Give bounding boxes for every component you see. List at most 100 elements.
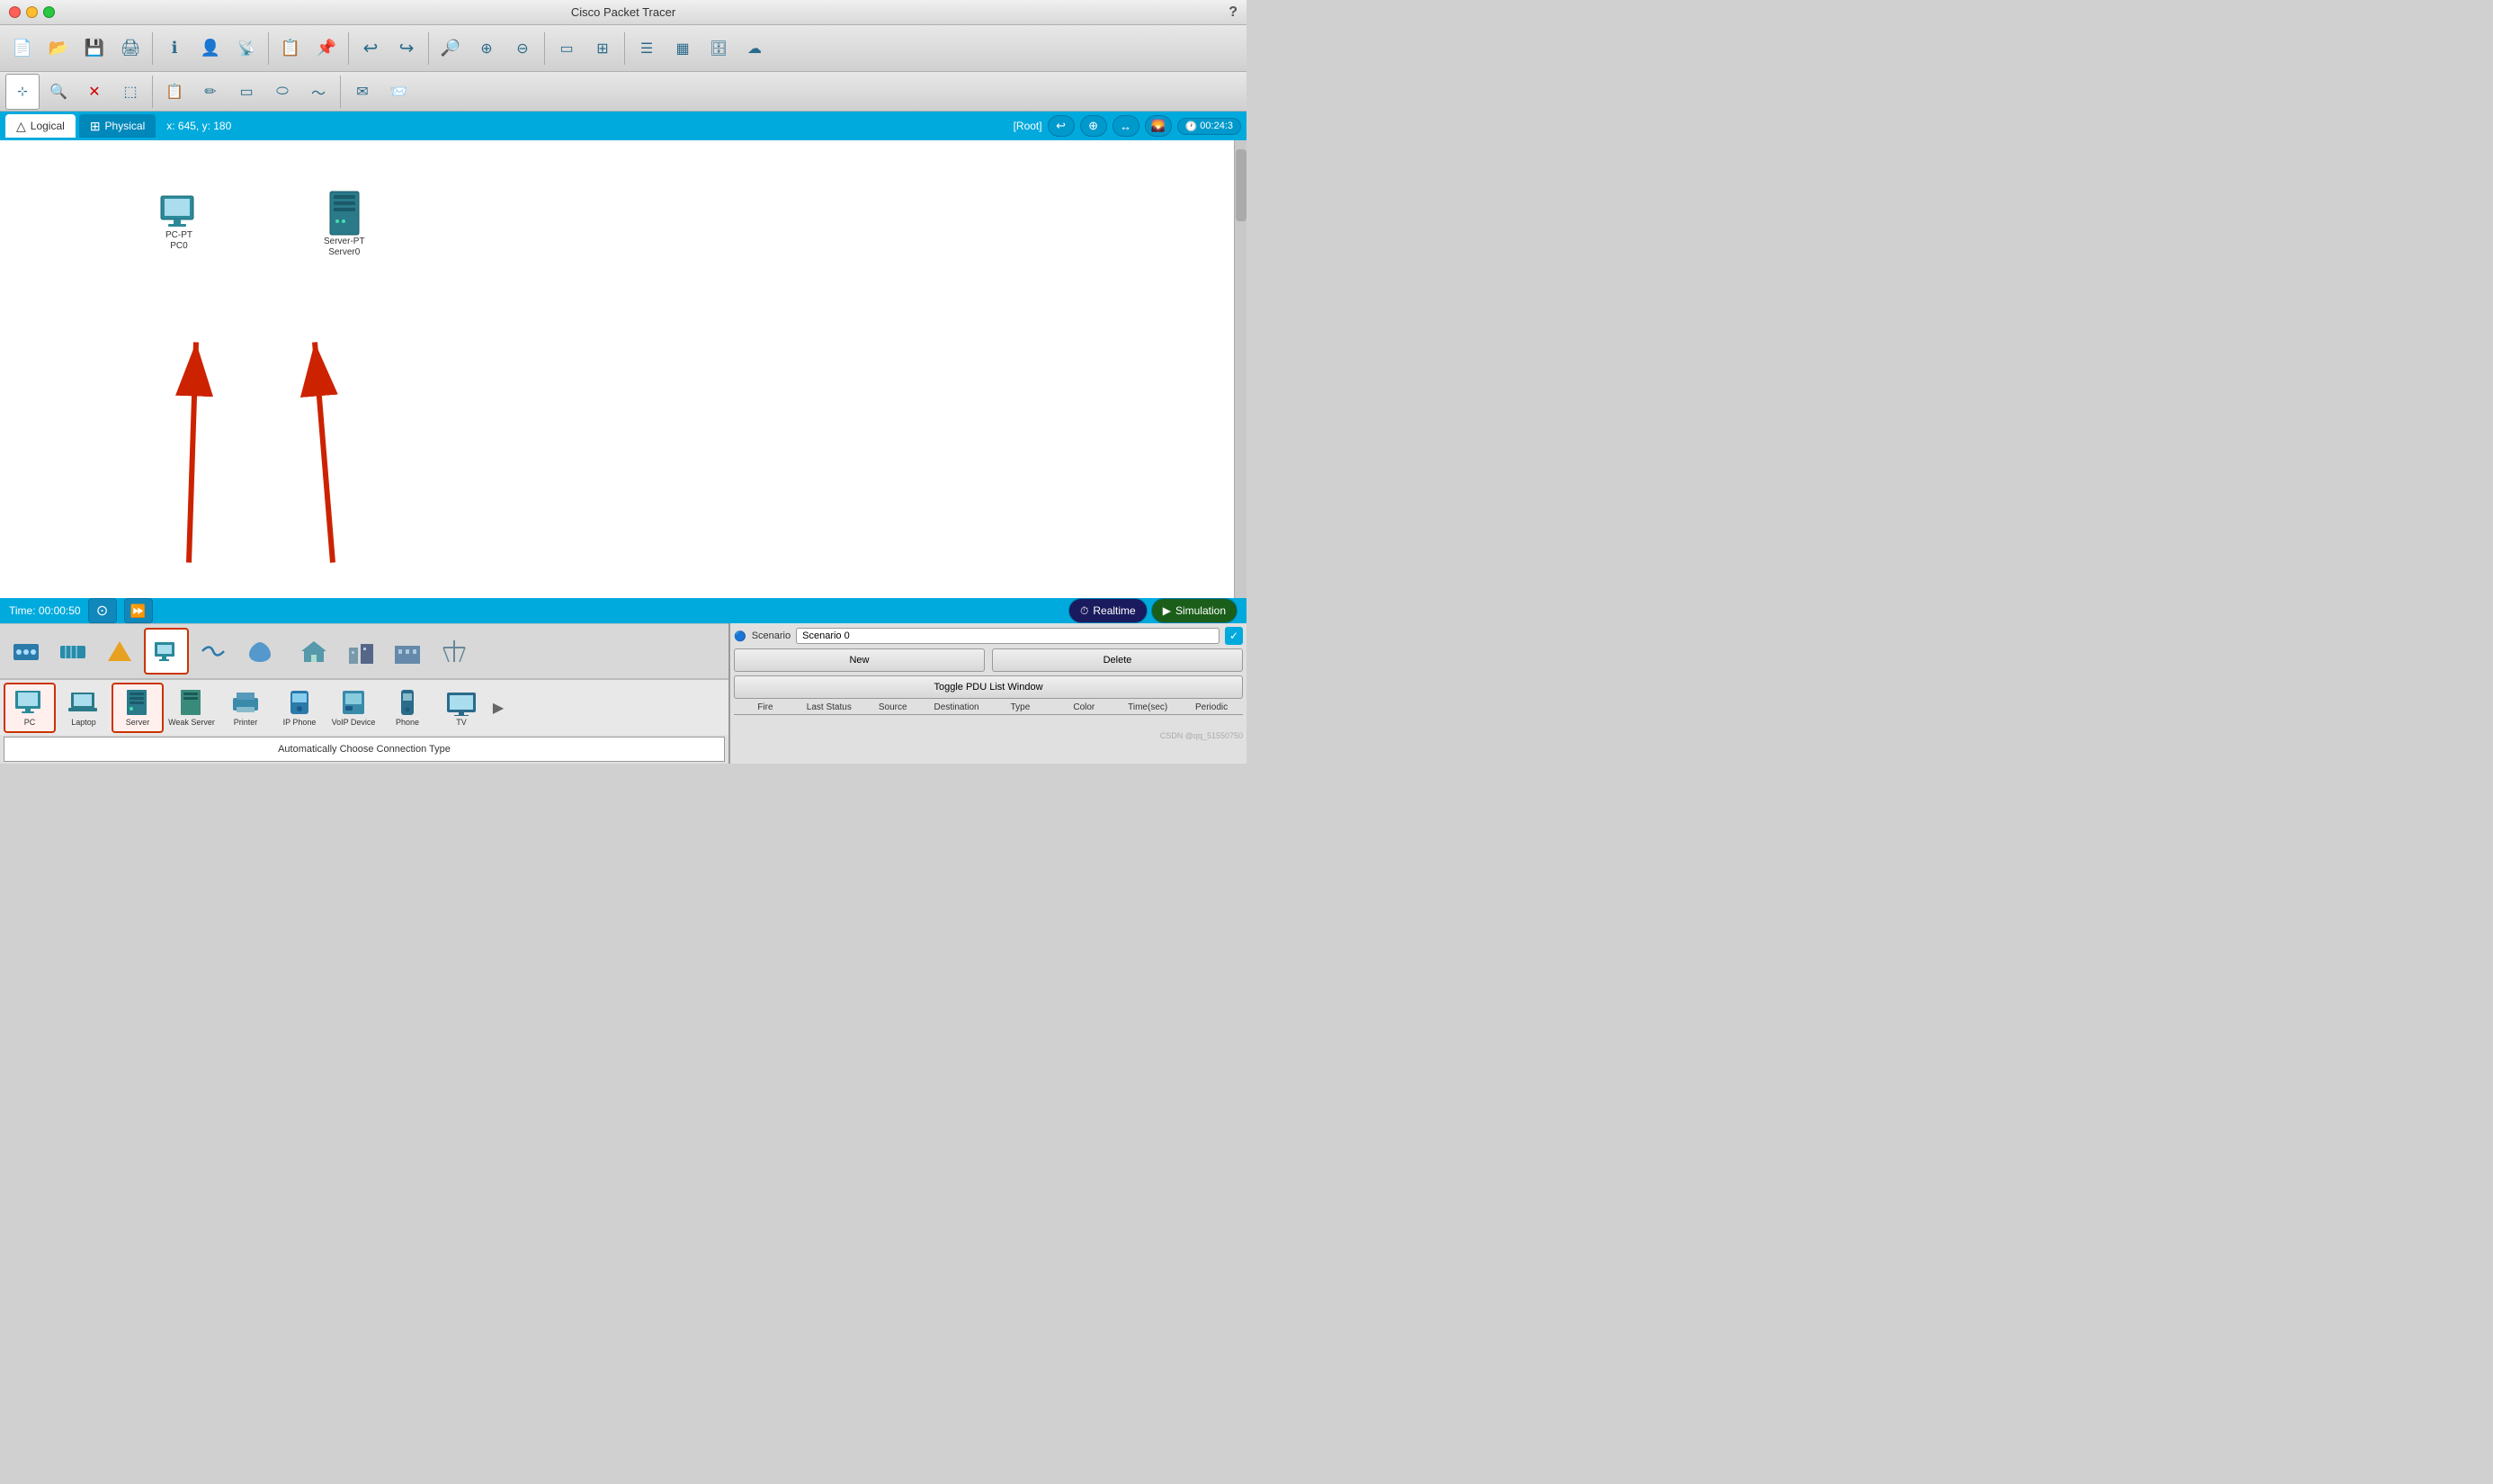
server-palette-label: Server	[126, 718, 150, 727]
simulation-mode-button[interactable]: ▶ Simulation	[1151, 598, 1238, 623]
scrollbar-thumb[interactable]	[1236, 149, 1246, 221]
device-laptop[interactable]: Laptop	[58, 683, 110, 733]
add-pdu-button[interactable]: ⊕	[1080, 115, 1107, 137]
home-icon	[299, 639, 328, 664]
search-tool[interactable]: 🔍	[41, 74, 76, 110]
pdu-complex-tool[interactable]: 📨	[381, 74, 416, 110]
category-city[interactable]	[338, 628, 383, 675]
col-periodic: Periodic	[1180, 702, 1243, 712]
realtime-clock-button[interactable]: ⊙	[88, 598, 117, 623]
window-controls[interactable]	[9, 6, 55, 18]
device-printer[interactable]: Printer	[219, 683, 272, 733]
rect-select-icon[interactable]: ▭	[550, 31, 584, 67]
freeform-tool[interactable]: 〜	[301, 74, 335, 110]
col-destination: Destination	[925, 702, 988, 712]
category-misc[interactable]	[237, 628, 282, 675]
bottom-section: Time: 00:00:50 ⊙ ⏩ ⏱ Realtime ▶ Simulati…	[0, 598, 1246, 742]
undo-icon[interactable]: ↩	[353, 31, 388, 67]
info-icon[interactable]: ℹ	[157, 31, 192, 67]
copy-icon[interactable]: 📋	[273, 31, 308, 67]
device-weakserver[interactable]: Weak Server	[165, 683, 218, 733]
physical-tab-label: Physical	[105, 120, 146, 132]
zoom-in-icon[interactable]: ⊕	[469, 31, 504, 67]
device-voip[interactable]: VoIP Device	[327, 683, 380, 733]
category-home[interactable]	[291, 628, 336, 675]
geography-button[interactable]: 🌄	[1145, 115, 1172, 137]
pdu-simple-tool[interactable]: ✉	[345, 74, 380, 110]
device-tv[interactable]: TV	[435, 683, 487, 733]
canvas-area[interactable]: PC-PT PC0 Server-PT Server0	[0, 140, 1234, 598]
delete-button[interactable]: Delete	[992, 648, 1243, 672]
table-icon[interactable]: ▦	[666, 31, 700, 67]
minimize-button[interactable]	[26, 6, 38, 18]
category-connections[interactable]	[191, 628, 236, 675]
server-device[interactable]: Server-PT Server0	[324, 190, 365, 258]
separator7	[152, 76, 153, 108]
separator2	[268, 32, 269, 65]
grid-icon[interactable]: ⊞	[585, 31, 620, 67]
maximize-button[interactable]	[43, 6, 55, 18]
save-icon[interactable]: 💾	[77, 31, 112, 67]
phone-palette-icon	[391, 689, 424, 716]
category-routers[interactable]	[4, 628, 49, 675]
oval-tool[interactable]: ⬭	[265, 74, 299, 110]
redo-icon[interactable]: ↪	[389, 31, 424, 67]
paste-icon[interactable]: 📌	[309, 31, 344, 67]
select-tool[interactable]: ⊹	[5, 74, 40, 110]
device-server[interactable]: Server	[112, 683, 164, 733]
network-button[interactable]: ↔	[1112, 115, 1139, 137]
new-button[interactable]: New	[734, 648, 985, 672]
open-icon[interactable]: 📂	[41, 31, 76, 67]
delete-tool[interactable]: ✕	[77, 74, 112, 110]
cloud-icon[interactable]: ☁	[737, 31, 772, 67]
category-hubs[interactable]	[97, 628, 142, 675]
connection-type-label: Automatically Choose Connection Type	[278, 744, 451, 755]
category-powerline[interactable]	[432, 628, 477, 675]
antenna-icon[interactable]: 📡	[229, 31, 264, 67]
category-switches[interactable]	[50, 628, 95, 675]
storage-icon[interactable]: 🗄	[701, 31, 736, 67]
col-time: Time(sec)	[1116, 702, 1179, 712]
voip-palette-label: VoIP Device	[332, 718, 376, 727]
toggle-pdu-button[interactable]: Toggle PDU List Window	[734, 675, 1243, 699]
back-root-button[interactable]: ↩	[1048, 115, 1075, 137]
logical-tab[interactable]: △ Logical	[5, 114, 76, 138]
connections-icon	[199, 639, 228, 664]
category-enddevices[interactable]	[144, 628, 189, 675]
watermark: CSDN @qq_51550750	[1160, 731, 1243, 740]
phone-palette-label: Phone	[396, 718, 419, 727]
connection-type-bar[interactable]: Automatically Choose Connection Type	[4, 737, 725, 762]
separator1	[152, 32, 153, 65]
device-ipphone[interactable]: IP Phone	[273, 683, 326, 733]
user-icon[interactable]: 👤	[193, 31, 228, 67]
pc-device[interactable]: PC-PT PC0	[157, 194, 201, 252]
misc-icon	[246, 639, 274, 664]
scenario-name-input[interactable]	[796, 628, 1220, 644]
right-scrollbar[interactable]	[1234, 140, 1246, 598]
col-last-status: Last Status	[798, 702, 861, 712]
scenario-check-button[interactable]: ✓	[1225, 627, 1243, 645]
zoom-out-icon[interactable]: ⊖	[505, 31, 540, 67]
area-select-tool[interactable]: ⬚	[113, 74, 147, 110]
help-button[interactable]: ?	[1229, 4, 1238, 21]
physical-tab[interactable]: ⊞ Physical	[79, 114, 156, 138]
close-button[interactable]	[9, 6, 21, 18]
realtime-mode-button[interactable]: ⏱ Realtime	[1068, 598, 1148, 623]
scenario-label: Scenario	[752, 630, 791, 641]
routers-icon	[12, 639, 40, 664]
print-icon[interactable]: 🖨	[113, 31, 147, 67]
more-devices-button[interactable]: ▶	[489, 683, 507, 733]
title-bar: Cisco Packet Tracer ?	[0, 0, 1246, 25]
zoom-fit-icon[interactable]: 🔎	[433, 31, 468, 67]
category-buildings[interactable]	[385, 628, 430, 675]
new-icon[interactable]: 📄	[5, 31, 40, 67]
fast-forward-button[interactable]: ⏩	[124, 598, 153, 623]
device-phone[interactable]: Phone	[381, 683, 433, 733]
list-icon[interactable]: ☰	[630, 31, 664, 67]
timer-display[interactable]: 🕐 00:24:3	[1177, 118, 1241, 135]
rect-tool[interactable]: ▭	[229, 74, 264, 110]
pencil-tool[interactable]: ✏	[193, 74, 228, 110]
device-pc[interactable]: PC	[4, 683, 56, 733]
note-tool[interactable]: 📋	[157, 74, 192, 110]
col-color: Color	[1052, 702, 1115, 712]
